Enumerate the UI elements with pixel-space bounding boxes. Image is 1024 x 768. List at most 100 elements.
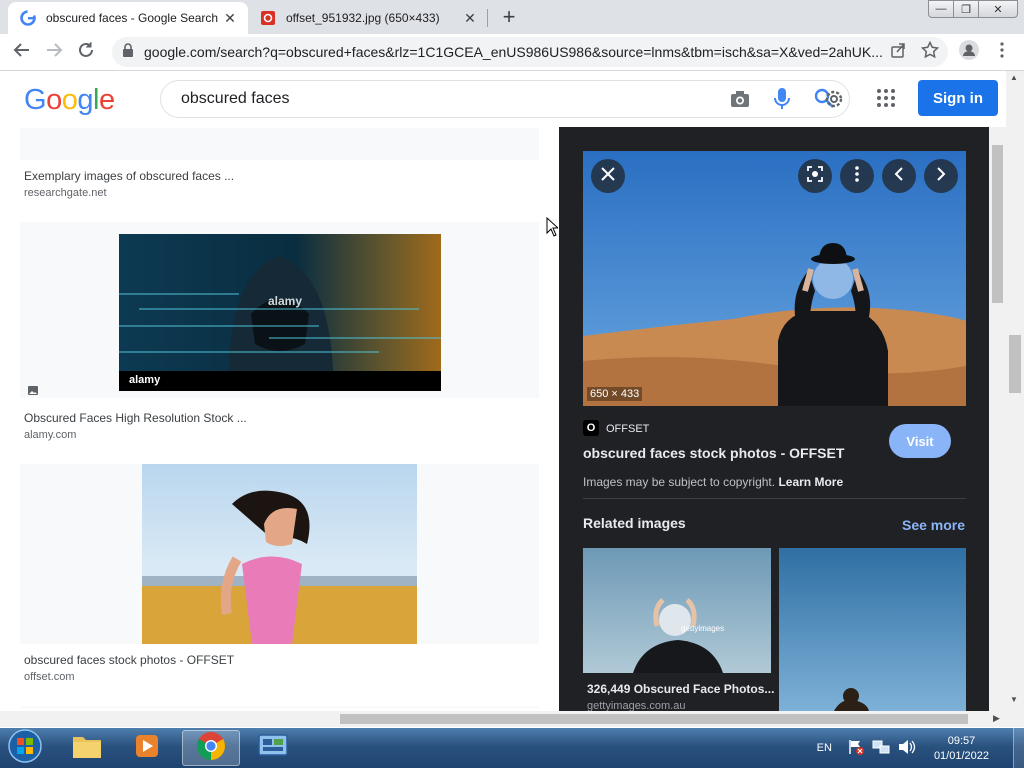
windows-taskbar: EN 09:57 01/01/2022 — [0, 728, 1024, 768]
panel-vertical-scrollbar[interactable] — [989, 127, 1006, 711]
logo-letter: o — [46, 84, 62, 116]
tab-title: offset_951932.jpg (650×433) — [286, 11, 440, 25]
learn-more-link[interactable]: Learn More — [778, 475, 843, 489]
google-header: Google obscured faces Sign in — [0, 71, 1024, 128]
maximize-button[interactable]: ❐ — [953, 0, 979, 18]
scrollbar-thumb[interactable] — [1009, 335, 1021, 393]
volume-icon[interactable] — [898, 739, 916, 758]
taskbar-media-player[interactable] — [118, 730, 176, 766]
result-image-woman-hiding-face[interactable] — [142, 464, 417, 644]
chrome-icon — [196, 731, 226, 766]
tab-separator — [487, 9, 488, 27]
forward-button[interactable] — [42, 40, 66, 64]
result-title[interactable]: Obscured Faces High Resolution Stock ... — [24, 411, 247, 425]
flag-warning-icon[interactable] — [848, 739, 864, 758]
result-site[interactable]: offset.com — [24, 671, 75, 683]
source-badge: O — [583, 420, 599, 436]
related-image-faceless-man[interactable]: gettyimages — [583, 548, 771, 673]
logo-letter: g — [77, 84, 93, 116]
profile-button[interactable] — [957, 39, 981, 65]
close-window-button[interactable]: ✕ — [978, 0, 1018, 18]
copyright-text: Images may be subject to copyright. — [583, 475, 776, 489]
show-desktop-button[interactable] — [1013, 728, 1024, 768]
taskbar-control-panel[interactable] — [244, 730, 302, 766]
scroll-up-arrow-icon[interactable]: ▲ — [1010, 73, 1018, 82]
related-image-title[interactable]: 326,449 Obscured Face Photos... — [587, 682, 774, 696]
back-button[interactable] — [10, 40, 34, 64]
tab-strip: obscured faces - Google Search ✕ offset_… — [0, 0, 1024, 34]
result-thumbnail-container[interactable] — [20, 706, 539, 708]
more-options-button[interactable] — [840, 159, 874, 193]
system-tray: EN 09:57 01/01/2022 — [817, 728, 1024, 768]
horizontal-scrollbar[interactable]: ▶ — [0, 711, 1006, 727]
scroll-down-arrow-icon[interactable]: ▼ — [1010, 695, 1018, 704]
start-button[interactable] — [6, 728, 44, 766]
new-tab-button[interactable]: + — [496, 4, 522, 30]
visit-button[interactable]: Visit — [889, 424, 951, 458]
clock[interactable]: 09:57 01/01/2022 — [934, 735, 989, 762]
star-icon — [920, 40, 940, 64]
avatar-icon — [959, 39, 979, 65]
close-preview-button[interactable] — [591, 159, 625, 193]
next-image-button[interactable] — [924, 159, 958, 193]
minimize-button[interactable]: — — [928, 0, 954, 18]
preview-title[interactable]: obscured faces stock photos - OFFSET — [583, 445, 844, 461]
tab-google-search[interactable]: obscured faces - Google Search ✕ — [8, 2, 248, 34]
mouse-cursor-icon — [546, 216, 560, 242]
result-title[interactable]: obscured faces stock photos - OFFSET — [24, 653, 234, 667]
reload-icon — [77, 41, 95, 64]
close-tab-icon[interactable]: ✕ — [220, 10, 240, 27]
related-image-site[interactable]: gettyimages.com.au — [587, 700, 685, 711]
bookmark-button[interactable] — [918, 40, 942, 64]
source-name[interactable]: OFFSET — [606, 423, 649, 435]
see-more-link[interactable]: See more — [902, 517, 965, 533]
logo-letter: G — [24, 84, 47, 116]
close-icon — [601, 166, 615, 186]
result-site[interactable]: alamy.com — [24, 429, 76, 441]
network-icon[interactable] — [872, 739, 890, 758]
image-results-grid: Exemplary images of obscured faces ... r… — [0, 128, 559, 708]
scrollbar-thumb[interactable] — [992, 145, 1003, 303]
taskbar-explorer[interactable] — [58, 730, 116, 766]
tab-offset-image[interactable]: offset_951932.jpg (650×433) ✕ — [248, 2, 488, 34]
taskbar-chrome[interactable] — [182, 730, 240, 766]
tab-title: obscured faces - Google Search — [46, 11, 219, 25]
language-indicator[interactable]: EN — [817, 742, 832, 754]
result-title[interactable]: Exemplary images of obscured faces ... — [24, 169, 234, 183]
share-button[interactable] — [886, 40, 910, 64]
previous-image-button[interactable] — [882, 159, 916, 193]
result-image-hooded-figure[interactable]: alamy alamy — [119, 234, 441, 391]
related-image-person-in-sky[interactable] — [779, 548, 966, 711]
lens-search-button[interactable] — [798, 159, 832, 193]
close-tab-icon[interactable]: ✕ — [460, 10, 480, 27]
result-thumbnail-container[interactable] — [20, 128, 539, 160]
page-vertical-scrollbar[interactable]: ▲ ▼ — [1006, 71, 1024, 727]
folder-icon — [72, 733, 102, 764]
scroll-right-arrow-icon[interactable]: ▶ — [993, 713, 1000, 724]
chevron-left-icon — [894, 166, 904, 186]
media-player-icon — [134, 733, 160, 764]
result-thumbnail-container[interactable]: alamy alamy — [20, 222, 539, 398]
url-text: google.com/search?q=obscured+faces&rlz=1… — [144, 44, 883, 60]
browser-menu-button[interactable] — [990, 40, 1014, 64]
scrollbar-thumb[interactable] — [340, 714, 968, 724]
lens-icon — [806, 165, 824, 188]
microphone-icon[interactable] — [774, 87, 790, 116]
address-bar[interactable]: google.com/search?q=obscured+faces&rlz=1… — [112, 37, 948, 67]
image-dimensions-label: 650 × 433 — [587, 387, 643, 401]
image-type-icon — [28, 382, 38, 400]
google-logo[interactable]: Google — [24, 84, 115, 117]
lock-icon — [122, 42, 134, 62]
apps-grid-icon[interactable] — [876, 88, 896, 113]
sign-in-button[interactable]: Sign in — [918, 80, 998, 116]
settings-gear-icon[interactable] — [821, 88, 847, 115]
logo-letter: o — [61, 84, 78, 116]
reload-button[interactable] — [74, 40, 98, 64]
camera-search-icon[interactable] — [730, 90, 750, 113]
arrow-left-icon — [13, 41, 31, 64]
result-thumbnail-container[interactable] — [20, 464, 539, 644]
watermark-text: alamy — [268, 294, 303, 308]
result-site[interactable]: researchgate.net — [24, 187, 107, 199]
control-panel-icon — [258, 733, 288, 764]
image-preview-panel: 650 × 433 O OFFSET obscured faces stock … — [559, 127, 989, 711]
